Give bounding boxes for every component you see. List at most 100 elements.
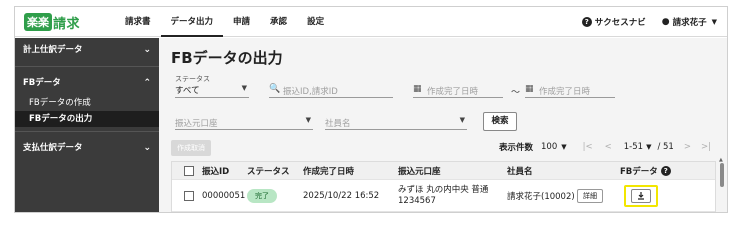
cell-detail: 詳細 <box>577 180 603 211</box>
first-page-icon[interactable]: |< <box>583 142 593 152</box>
user-name: 請求花子 <box>672 18 707 28</box>
app-window: 楽楽 請求 請求書 データ出力 申請 承認 設定 ? サクセスナビ ● 請求花子… <box>14 6 728 213</box>
pagination: 表示件数 100 ▼ |< < 1-51 ▼ / 51 > >| <box>499 138 711 156</box>
chevron-up-icon: ⌃ <box>143 78 151 88</box>
chevron-down-icon: ▼ <box>305 116 311 124</box>
search-button[interactable]: 検索 <box>483 112 517 131</box>
success-navi-link[interactable]: ? サクセスナビ <box>581 16 646 28</box>
calendar-icon: ▦ <box>525 84 534 94</box>
status-badge: 完了 <box>247 188 277 203</box>
per-page-select[interactable]: 100 ▼ <box>541 142 567 152</box>
select-all-cell <box>184 162 194 179</box>
nav-approval[interactable]: 承認 <box>260 7 297 37</box>
scrollbar-thumb[interactable] <box>720 163 724 187</box>
employee-select[interactable]: 社員名 ▼ <box>325 114 467 130</box>
employee-placeholder: 社員名 <box>325 119 351 129</box>
sidebar: 計上仕訳データ ⌄ FBデータ ⌃ FBデータの作成 FBデータの出力 支払仕訳… <box>15 38 159 212</box>
sidebar-divider <box>15 131 159 132</box>
page-total: / 51 <box>657 142 674 152</box>
col-header-fb-data-label: FBデータ <box>620 166 658 177</box>
account-placeholder: 振込元口座 <box>175 119 218 129</box>
help-icon[interactable]: ? <box>660 165 671 176</box>
main-content: FBデータの出力 ステータス すべて ▼ 🔍 振込ID,請求ID ▦ 作成完了日… <box>159 38 727 212</box>
table-header-row: 振込ID ステータス 作成完了日時 振込元口座 社員名 FBデータ ? <box>172 162 715 180</box>
cell-transfer-id: 00000051 <box>202 190 246 201</box>
chevron-down-icon: ▼ <box>459 116 465 124</box>
page-range: 1-51 <box>623 142 644 152</box>
table-row: 00000051 完了 2025/10/22 16:52 みずほ 丸の内中央 普… <box>172 180 715 212</box>
col-header-account[interactable]: 振込元口座 <box>398 162 441 179</box>
sidebar-group-label: 計上仕訳データ <box>23 45 83 55</box>
account-line-2: 1234567 <box>398 195 436 206</box>
per-page-label: 表示件数 <box>499 143 534 153</box>
sidebar-group-label: FBデータ <box>23 78 61 88</box>
date-from-input[interactable]: ▦ 作成完了日時 <box>413 82 503 98</box>
account-select[interactable]: 振込元口座 ▼ <box>175 114 313 130</box>
cell-completed-at: 2025/10/22 16:52 <box>303 190 380 201</box>
sidebar-item-fb-create[interactable]: FBデータの作成 <box>15 95 159 111</box>
last-page-icon[interactable]: >| <box>701 142 711 152</box>
col-header-status[interactable]: ステータス <box>247 162 290 179</box>
date-range-separator: 〜 <box>511 88 521 98</box>
cell-employee: 請求花子(10002) <box>507 191 575 202</box>
fb-data-table: 振込ID ステータス 作成完了日時 振込元口座 社員名 FBデータ ? 0000… <box>171 161 716 212</box>
select-all-checkbox[interactable] <box>184 165 194 176</box>
col-header-fb-data: FBデータ ? <box>620 162 671 179</box>
vertical-scrollbar[interactable]: ▲ <box>719 157 725 212</box>
date-from-placeholder: 作成完了日時 <box>427 87 479 97</box>
row-select-cell <box>184 180 194 211</box>
download-highlight <box>624 184 658 207</box>
chevron-down-icon: ⌄ <box>143 143 151 153</box>
main-nav: 請求書 データ出力 申請 承認 設定 <box>115 7 334 37</box>
sidebar-group-payment-journal[interactable]: 支払仕訳データ ⌄ <box>15 136 159 160</box>
chevron-down-icon: ▼ <box>561 143 567 151</box>
chevron-down-icon: ⌄ <box>143 45 151 55</box>
nav-data-export[interactable]: データ出力 <box>160 7 224 37</box>
account-line-1: みずほ 丸の内中央 普通 <box>398 184 489 195</box>
status-label: ステータス <box>175 75 210 83</box>
logo-text: 請求 <box>53 16 81 32</box>
per-page-value: 100 <box>541 142 558 152</box>
success-navi-label: サクセスナビ <box>594 18 646 28</box>
date-to-placeholder: 作成完了日時 <box>539 87 591 97</box>
download-button[interactable] <box>631 188 651 203</box>
calendar-icon: ▦ <box>413 84 422 94</box>
nav-invoices[interactable]: 請求書 <box>115 7 161 37</box>
page-title: FBデータの出力 <box>171 49 283 67</box>
col-header-transfer-id[interactable]: 振込ID <box>202 162 229 179</box>
top-header: 楽楽 請求 請求書 データ出力 申請 承認 設定 ? サクセスナビ ● 請求花子… <box>15 7 727 37</box>
sidebar-group-accrual-journal[interactable]: 計上仕訳データ ⌄ <box>15 38 159 62</box>
search-placeholder: 振込ID,請求ID <box>283 87 338 97</box>
chevron-down-icon: ▼ <box>646 143 652 151</box>
user-menu[interactable]: ● 請求花子 ▼ <box>662 16 717 28</box>
sidebar-group-label: 支払仕訳データ <box>23 143 83 153</box>
status-select[interactable]: ステータス すべて ▼ <box>175 75 249 98</box>
next-page-icon[interactable]: > <box>684 142 691 152</box>
chevron-down-icon: ▼ <box>711 18 717 26</box>
sidebar-divider <box>15 66 159 67</box>
help-icon: ? <box>581 17 592 27</box>
user-icon: ● <box>661 17 670 27</box>
download-icon <box>638 191 644 200</box>
app-logo[interactable]: 楽楽 請求 <box>24 13 81 32</box>
page-select[interactable]: 1-51 ▼ <box>624 142 652 152</box>
date-to-input[interactable]: ▦ 作成完了日時 <box>525 82 615 98</box>
col-header-completed-at[interactable]: 作成完了日時 <box>303 162 354 179</box>
row-checkbox[interactable] <box>184 190 194 201</box>
status-value: すべて <box>175 86 200 96</box>
col-header-employee[interactable]: 社員名 <box>507 162 533 179</box>
cell-account: みずほ 丸の内中央 普通 1234567 <box>398 180 488 211</box>
logo-badge: 楽楽 <box>24 13 52 31</box>
prev-page-icon[interactable]: < <box>605 142 612 152</box>
nav-settings[interactable]: 設定 <box>297 7 334 37</box>
sidebar-item-fb-export[interactable]: FBデータの出力 <box>15 111 159 127</box>
search-icon: 🔍 <box>269 84 281 94</box>
id-search-input[interactable]: 🔍 振込ID,請求ID <box>269 82 393 98</box>
detail-button[interactable]: 詳細 <box>577 188 603 203</box>
cell-status: 完了 <box>247 180 277 211</box>
nav-request[interactable]: 申請 <box>223 7 260 37</box>
header-right: ? サクセスナビ ● 請求花子 ▼ <box>581 7 717 37</box>
cell-fb-download <box>624 180 658 211</box>
sidebar-group-fb-data[interactable]: FBデータ ⌃ <box>15 71 159 95</box>
cancel-creation-button[interactable]: 作成取消 <box>171 140 211 156</box>
